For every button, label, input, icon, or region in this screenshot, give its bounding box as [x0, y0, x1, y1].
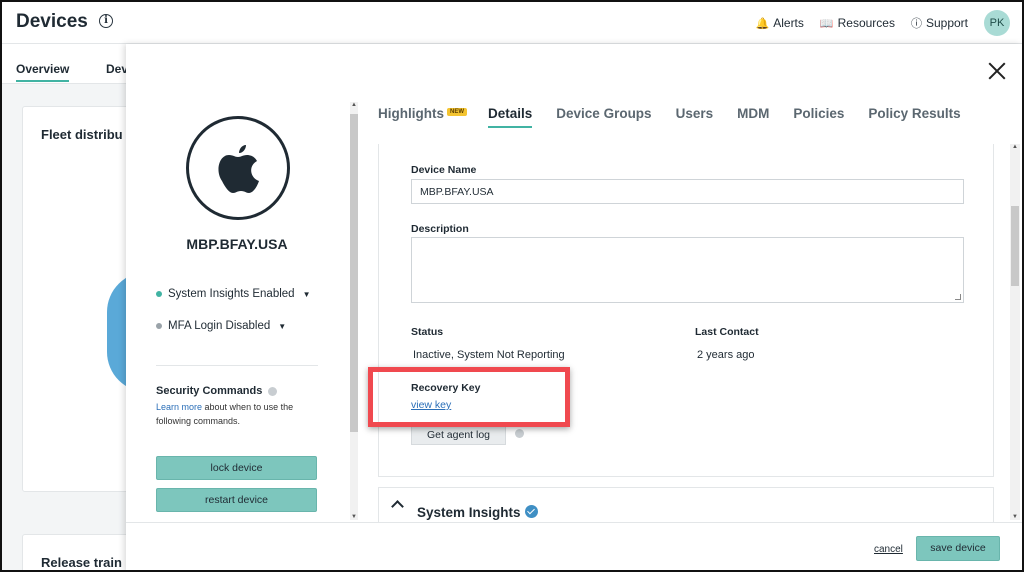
learn-more-link[interactable]: Learn more: [156, 402, 202, 412]
caret-down-icon: ▼: [278, 321, 287, 331]
bg-tab-overview[interactable]: Overview: [16, 62, 70, 82]
header-actions: 🔔 Alerts 📖 Resources ⓘ Support PK: [756, 10, 1010, 36]
status-dot-green: [156, 291, 162, 297]
last-contact-value: 2 years ago: [697, 349, 755, 361]
description-label: Description: [411, 223, 469, 235]
system-insights-label: System Insights Enabled: [168, 288, 295, 300]
support-link[interactable]: ⓘ Support: [911, 15, 968, 31]
mfa-login-label: MFA Login Disabled: [168, 320, 271, 332]
divider: [156, 365, 318, 366]
tab-mdm[interactable]: MDM: [737, 106, 769, 128]
scroll-down-icon[interactable]: ▼: [350, 514, 358, 520]
verified-badge-icon: [525, 505, 538, 518]
scroll-up-icon[interactable]: ▲: [1010, 144, 1020, 150]
tab-device-groups[interactable]: Device Groups: [556, 106, 651, 128]
info-icon[interactable]: i: [99, 14, 113, 28]
close-icon[interactable]: [988, 62, 1006, 80]
top-header: Devices i 🔔 Alerts 📖 Resources ⓘ Support…: [2, 2, 1022, 44]
device-tabs: Highlights NEW Details Device Groups Use…: [378, 106, 961, 128]
get-agent-log-button[interactable]: Get agent log: [411, 425, 506, 445]
bg-tab-devices[interactable]: Dev: [106, 62, 128, 76]
resources-link[interactable]: 📖 Resources: [820, 16, 895, 30]
avatar[interactable]: PK: [984, 10, 1010, 36]
last-contact-label: Last Contact: [695, 326, 759, 338]
alerts-link[interactable]: 🔔 Alerts: [756, 16, 804, 30]
new-badge: NEW: [447, 108, 467, 116]
content-scrollbar[interactable]: ▲ ▼: [1010, 144, 1020, 520]
resources-label: Resources: [837, 16, 895, 30]
release-train-title: Release train: [41, 555, 122, 570]
book-icon: 📖: [819, 17, 834, 30]
system-insights-status[interactable]: System Insights Enabled ▼: [156, 288, 311, 300]
resize-grip-icon[interactable]: [955, 294, 961, 300]
tab-policy-results[interactable]: Policy Results: [868, 106, 960, 128]
info-icon[interactable]: [515, 429, 524, 438]
page-title: Devices: [16, 11, 88, 32]
release-train-card: Release train: [22, 534, 132, 570]
chevron-up-icon[interactable]: [391, 500, 404, 513]
restart-device-button[interactable]: restart device: [156, 488, 317, 512]
lock-device-button[interactable]: lock device: [156, 456, 317, 480]
description-textarea[interactable]: [411, 237, 964, 303]
bell-icon: 🔔: [755, 17, 770, 30]
scroll-thumb[interactable]: [1011, 206, 1019, 286]
caret-down-icon: ▼: [302, 289, 311, 299]
details-card: Device Name Description Status Inactive,…: [378, 144, 994, 477]
device-summary-panel: MBP.BFAY.USA System Insights Enabled ▼ M…: [126, 100, 348, 518]
device-drawer: MBP.BFAY.USA System Insights Enabled ▼ M…: [126, 44, 1022, 570]
left-panel-scrollbar[interactable]: ▲ ▼: [350, 102, 358, 520]
tab-details[interactable]: Details: [488, 106, 533, 128]
save-device-button[interactable]: save device: [916, 536, 1000, 561]
security-commands-label: Security Commands: [156, 385, 263, 397]
mfa-login-status[interactable]: MFA Login Disabled ▼: [156, 320, 286, 332]
scroll-thumb[interactable]: [350, 114, 358, 432]
cancel-link[interactable]: cancel: [874, 544, 903, 555]
fleet-distribution-title: Fleet distribu: [41, 127, 123, 142]
status-label: Status: [411, 326, 444, 338]
info-icon[interactable]: [268, 386, 278, 396]
status-dot-gray: [156, 323, 162, 329]
app-frame: Devices i 🔔 Alerts 📖 Resources ⓘ Support…: [0, 0, 1024, 572]
help-circle-icon: ⓘ: [910, 18, 922, 30]
scroll-up-icon[interactable]: ▲: [350, 102, 358, 108]
scroll-down-icon[interactable]: ▼: [1010, 514, 1020, 520]
device-name: MBP.BFAY.USA: [186, 236, 288, 252]
device-name-input[interactable]: [411, 179, 964, 204]
recovery-key-highlight: [368, 367, 570, 427]
support-label: Support: [925, 16, 968, 30]
system-insights-section: System Insights: [378, 487, 994, 527]
status-value: Inactive, System Not Reporting: [413, 349, 565, 361]
apple-logo-icon: [186, 116, 290, 220]
security-commands-title: Security Commands: [156, 385, 278, 397]
tab-users[interactable]: Users: [676, 106, 714, 128]
drawer-footer: cancel save device: [126, 522, 1022, 570]
tab-highlights[interactable]: Highlights NEW: [378, 106, 467, 128]
alerts-label: Alerts: [773, 16, 804, 30]
tab-policies[interactable]: Policies: [793, 106, 844, 128]
device-name-label: Device Name: [411, 164, 477, 176]
security-commands-description: Learn more about when to use the followi…: [156, 400, 321, 428]
tab-highlights-label: Highlights: [378, 106, 444, 121]
system-insights-title: System Insights: [417, 505, 521, 520]
